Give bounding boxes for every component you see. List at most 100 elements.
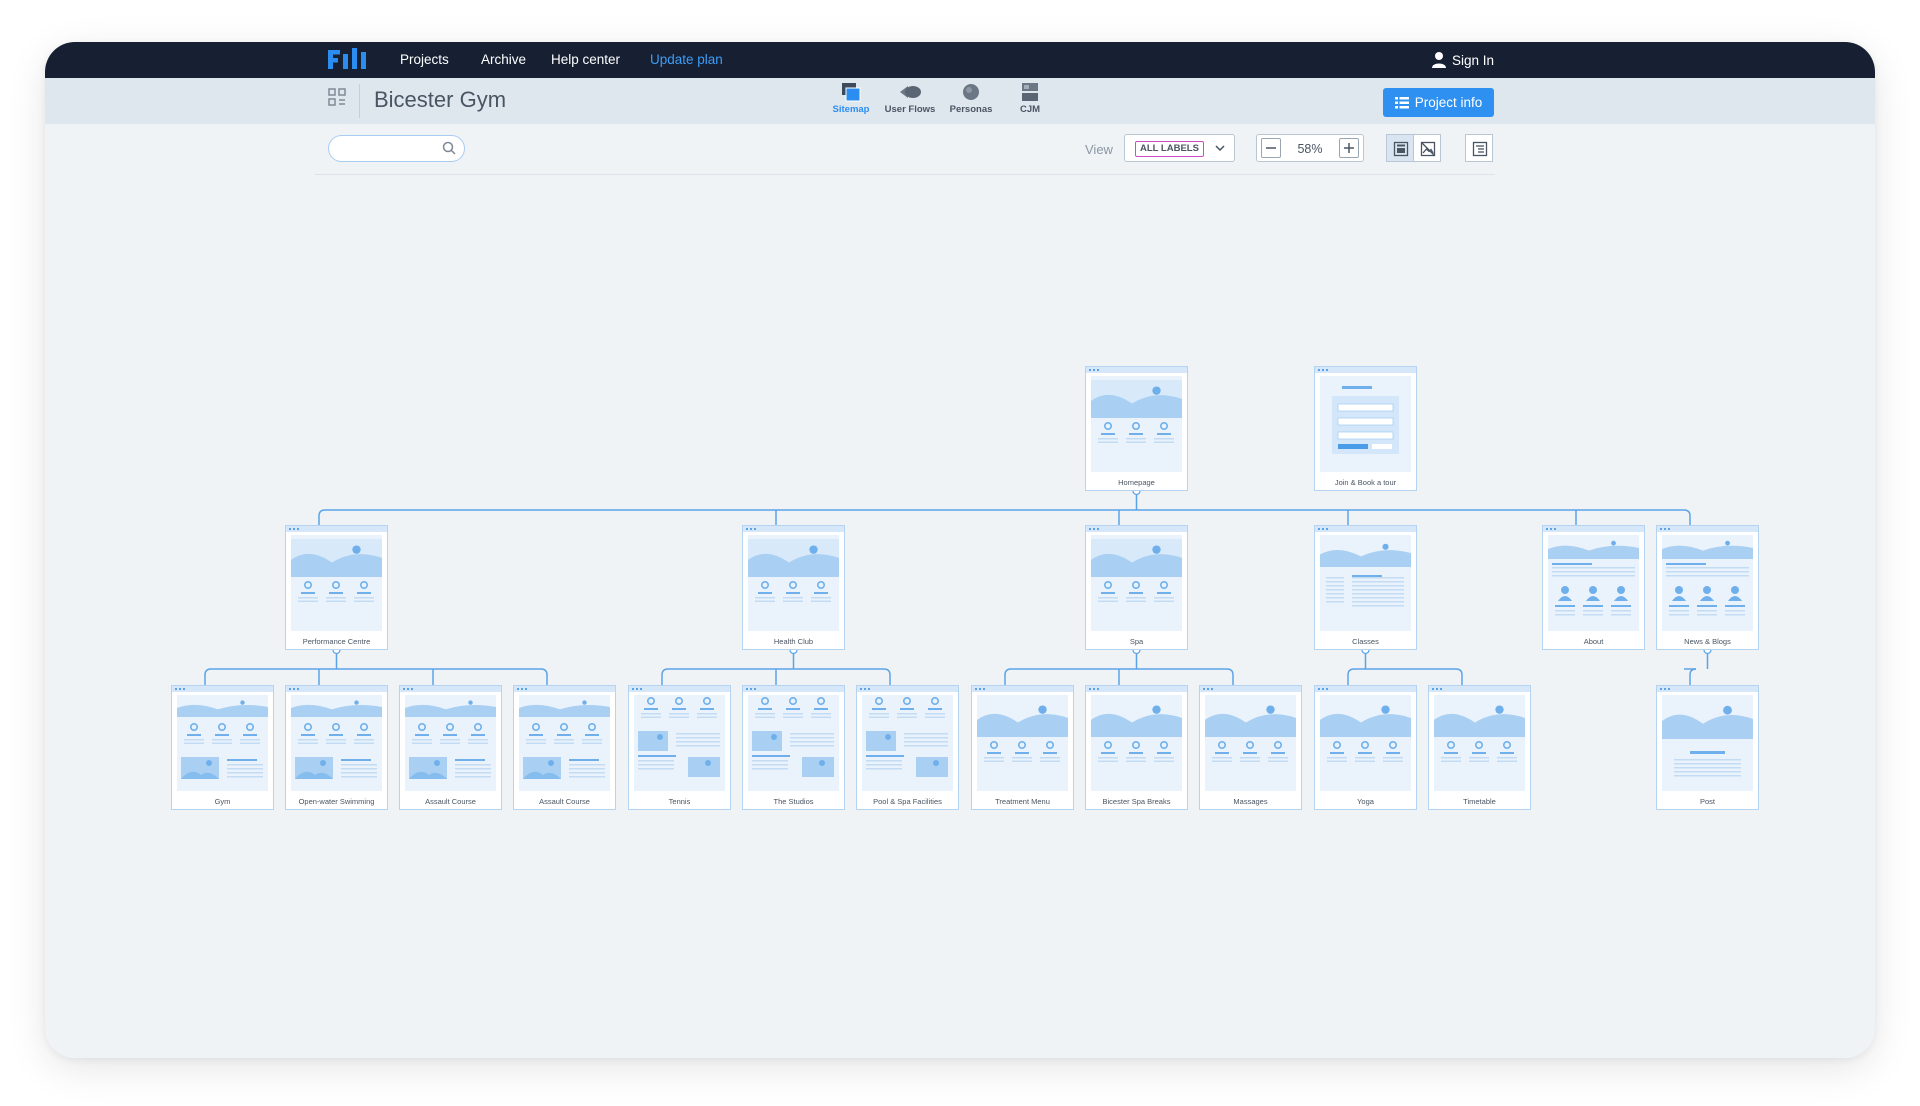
connector-line — [883, 668, 891, 685]
sitemap-page-card[interactable]: Post — [1656, 685, 1759, 810]
tab-sitemap[interactable]: Sitemap — [821, 82, 881, 122]
page-wireframe-thumbnail — [291, 535, 382, 631]
tab-personas[interactable]: Personas — [941, 82, 1001, 122]
sitemap-page-card[interactable]: Health Club — [742, 525, 845, 650]
user-flows-icon — [900, 86, 921, 98]
zoom-in-button[interactable] — [1339, 138, 1359, 158]
sitemap-page-card[interactable]: Timetable — [1428, 685, 1531, 810]
zoom-out-button[interactable] — [1261, 138, 1281, 158]
page-card-header — [972, 686, 1073, 692]
app-window: Projects Archive Help center Update plan… — [45, 42, 1875, 1058]
page-label: Classes — [1352, 637, 1379, 646]
page-wireframe-thumbnail — [1091, 695, 1182, 791]
sitemap-page-card[interactable]: Yoga — [1314, 685, 1417, 810]
sign-in-button[interactable]: Sign In — [1432, 49, 1494, 71]
nav-help-center-link[interactable]: Help center — [551, 52, 620, 67]
view-select[interactable]: ALL LABELS — [1124, 134, 1235, 162]
sitemap-page-card[interactable]: News & Blogs — [1656, 525, 1759, 650]
page-label: Join & Book a tour — [1334, 478, 1397, 487]
sitemap-page-card[interactable]: Assault Course — [399, 685, 502, 810]
page-label: About — [1583, 637, 1604, 646]
page-wireframe-thumbnail — [1091, 376, 1182, 472]
sitemap-page-card[interactable]: Treatment Menu — [971, 685, 1074, 810]
zoom-value: 58% — [1297, 142, 1323, 156]
toolbar-divider — [359, 84, 360, 118]
page-label: Massages — [1233, 797, 1268, 806]
sitemap-page-card[interactable]: Massages — [1199, 685, 1302, 810]
page-wireframe-thumbnail — [1434, 695, 1525, 791]
page-label: Treatment Menu — [995, 797, 1050, 806]
page-card-header — [1315, 526, 1416, 532]
page-label: Homepage — [1118, 478, 1155, 487]
page-wireframe-thumbnail — [1662, 695, 1753, 791]
sitemap-page-card[interactable]: Assault Course — [513, 685, 616, 810]
page-card-header — [1086, 367, 1187, 373]
connector-line — [1689, 668, 1697, 685]
sitemap-page-card[interactable]: Spa — [1085, 525, 1188, 650]
sitemap-page-card[interactable]: Classes — [1314, 525, 1417, 650]
page-card-header — [1657, 526, 1758, 532]
outline-view-button[interactable] — [1465, 134, 1493, 162]
show-thumbnails-toggle[interactable] — [1386, 134, 1414, 162]
page-label: Assault Course — [539, 797, 590, 806]
page-wireframe-thumbnail — [862, 695, 953, 791]
page-card-header — [743, 526, 844, 532]
page-wireframe-thumbnail — [634, 695, 725, 791]
tab-cjm[interactable]: CJM — [1000, 82, 1060, 122]
page-card-header — [743, 686, 844, 692]
tab-cjm-label: CJM — [1019, 104, 1041, 115]
minus-icon — [1266, 147, 1276, 149]
view-label: View — [1085, 142, 1113, 157]
sitemap-page-card[interactable]: Gym — [171, 685, 274, 810]
connector-line — [1347, 668, 1355, 685]
connector-line — [1683, 509, 1691, 525]
connector-line — [1226, 668, 1234, 685]
tab-user-flows-label: User Flows — [884, 104, 936, 115]
tab-user-flows[interactable]: User Flows — [880, 82, 940, 122]
page-wireframe-thumbnail — [1662, 535, 1753, 631]
hide-thumbnails-toggle[interactable] — [1413, 134, 1441, 162]
page-wireframe-thumbnail — [1205, 695, 1296, 791]
nav-projects-link[interactable]: Projects — [400, 52, 449, 67]
sitemap-page-card[interactable]: Bicester Spa Breaks — [1085, 685, 1188, 810]
nav-archive-link[interactable]: Archive — [481, 52, 526, 67]
list-icon — [1394, 96, 1409, 108]
page-label: Gym — [214, 797, 231, 806]
outline-list-icon — [1472, 141, 1488, 157]
page-label: Performance Centre — [302, 637, 371, 646]
tab-sitemap-label: Sitemap — [832, 104, 870, 115]
page-label: Timetable — [1463, 797, 1496, 806]
sitemap-page-card[interactable]: Tennis — [628, 685, 731, 810]
nav-update-plan-link[interactable]: Update plan — [650, 52, 723, 67]
page-wireframe-thumbnail — [977, 695, 1068, 791]
search-input[interactable] — [339, 140, 441, 158]
project-info-label: Project info — [1414, 95, 1483, 110]
page-label: Tennis — [668, 797, 691, 806]
sitemap-page-card[interactable]: The Studios — [742, 685, 845, 810]
connector-line — [204, 668, 212, 685]
search-box[interactable] — [328, 135, 465, 162]
page-label: Health Club — [773, 637, 814, 646]
page-label: Post — [1699, 797, 1715, 806]
project-info-button[interactable]: Project info — [1383, 88, 1494, 117]
page-card-header — [1429, 686, 1530, 692]
sitemap-page-card[interactable]: Pool & Spa Facilities — [856, 685, 959, 810]
sitemap-page-card[interactable]: Open-water Swimming — [285, 685, 388, 810]
project-title: Bicester Gym — [374, 87, 507, 112]
page-label: Assault Course — [425, 797, 476, 806]
sitemap-page-card[interactable]: Performance Centre — [285, 525, 388, 650]
page-card-header — [286, 686, 387, 692]
page-label: Spa — [1129, 637, 1144, 646]
connector-line — [540, 668, 548, 685]
page-wireframe-thumbnail — [1320, 535, 1411, 631]
page-card-header — [857, 686, 958, 692]
page-card-header — [1315, 686, 1416, 692]
sitemap-page-card[interactable]: Join & Book a tour — [1314, 366, 1417, 491]
sitemap-page-card[interactable]: Homepage — [1085, 366, 1188, 491]
page-card-header — [629, 686, 730, 692]
toolbar-underline — [315, 174, 1495, 175]
logo-icon[interactable] — [328, 48, 370, 70]
grid-icon[interactable] — [328, 88, 346, 106]
sitemap-page-card[interactable]: About — [1542, 525, 1645, 650]
search-icon[interactable] — [442, 141, 456, 155]
